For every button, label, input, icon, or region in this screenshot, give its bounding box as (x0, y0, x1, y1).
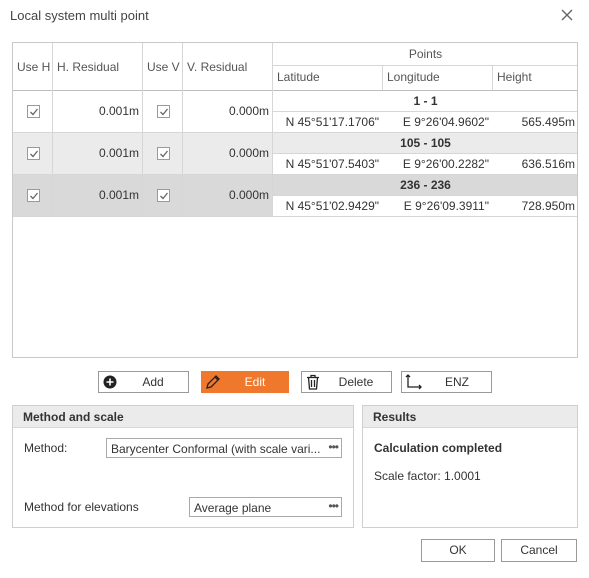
method-label: Method: (24, 441, 68, 455)
col-longitude-header: Longitude (387, 70, 440, 84)
cancel-button[interactable]: Cancel (501, 539, 577, 562)
delete-button[interactable]: Delete (301, 371, 392, 393)
point-name-cell: 236 - 236 (400, 178, 451, 192)
ok-button[interactable]: OK (421, 539, 495, 562)
results-panel-header: Results (363, 406, 577, 428)
col-latitude-header: Latitude (277, 70, 320, 84)
axes-icon (405, 374, 423, 393)
grid-line (492, 65, 493, 90)
use-v-checkbox[interactable] (157, 105, 170, 118)
longitude-cell: E 9°26'04.9602" (402, 115, 489, 129)
enz-button-label: ENZ (445, 375, 469, 389)
point-name-cell: 105 - 105 (400, 136, 451, 150)
latitude-cell: N 45°51'17.1706" (285, 115, 379, 129)
col-points-header: Points (408, 47, 443, 61)
h-residual-cell: 0.001m (98, 188, 139, 202)
calculation-status: Calculation completed (374, 441, 503, 455)
ellipsis-icon: ••• (328, 440, 339, 454)
use-v-checkbox[interactable] (157, 189, 170, 202)
close-icon[interactable] (558, 6, 576, 24)
window-title: Local system multi point (10, 8, 149, 23)
method-panel-title: Method and scale (23, 410, 124, 424)
use-h-checkbox[interactable] (27, 105, 40, 118)
points-table: Use H H. Residual Use V V. Residual Poin… (12, 42, 578, 358)
grid-line (13, 216, 577, 217)
longitude-cell: E 9°26'09.3911" (403, 199, 489, 213)
grid-line (382, 65, 383, 90)
pencil-icon (205, 374, 221, 393)
edit-button[interactable]: Edit (201, 371, 289, 393)
height-cell: 565.495m (521, 115, 575, 129)
v-residual-cell: 0.000m (228, 188, 269, 202)
plus-circle-icon (103, 375, 117, 392)
grid-line (142, 43, 143, 217)
height-cell: 728.950m (521, 199, 575, 213)
v-residual-cell: 0.000m (228, 104, 269, 118)
use-v-checkbox[interactable] (157, 147, 170, 160)
longitude-cell: E 9°26'00.2282" (402, 157, 489, 171)
results-panel: Results Calculation completed Scale fact… (362, 405, 578, 528)
edit-button-label: Edit (244, 375, 266, 389)
col-height-header: Height (497, 70, 532, 84)
v-residual-cell: 0.000m (228, 146, 269, 160)
latitude-cell: N 45°51'02.9429" (285, 199, 379, 213)
add-button[interactable]: Add (98, 371, 189, 393)
grid-line (272, 65, 577, 66)
method-select[interactable]: Barycenter Conformal (with scale vari...… (106, 438, 342, 458)
col-h-residual-header: H. Residual (57, 60, 120, 74)
method-and-scale-panel: Method and scale Method: Barycenter Conf… (12, 405, 354, 528)
title-bar: Local system multi point (0, 0, 589, 32)
elevations-select[interactable]: Average plane ••• (189, 497, 342, 517)
method-panel-header: Method and scale (13, 406, 353, 428)
use-h-checkbox[interactable] (27, 147, 40, 160)
elevations-label: Method for elevations (24, 500, 139, 514)
height-cell: 636.516m (521, 157, 575, 171)
col-use-v-header: Use V (147, 60, 180, 74)
enz-button[interactable]: ENZ (401, 371, 492, 393)
elevations-select-value: Average plane (194, 501, 272, 515)
add-button-label: Add (142, 375, 164, 389)
col-v-residual-header: V. Residual (187, 60, 248, 74)
scale-factor: Scale factor: 1.0001 (374, 469, 481, 483)
col-use-h-header: Use H (17, 60, 51, 74)
latitude-cell: N 45°51'07.5403" (285, 157, 379, 171)
point-name-cell: 1 - 1 (413, 94, 438, 108)
method-select-value: Barycenter Conformal (with scale vari... (111, 442, 321, 456)
ellipsis-icon: ••• (328, 499, 339, 513)
h-residual-cell: 0.001m (98, 146, 139, 160)
results-panel-title: Results (373, 410, 417, 424)
trash-icon (306, 374, 320, 393)
delete-button-label: Delete (338, 375, 374, 389)
use-h-checkbox[interactable] (27, 189, 40, 202)
h-residual-cell: 0.001m (98, 104, 139, 118)
